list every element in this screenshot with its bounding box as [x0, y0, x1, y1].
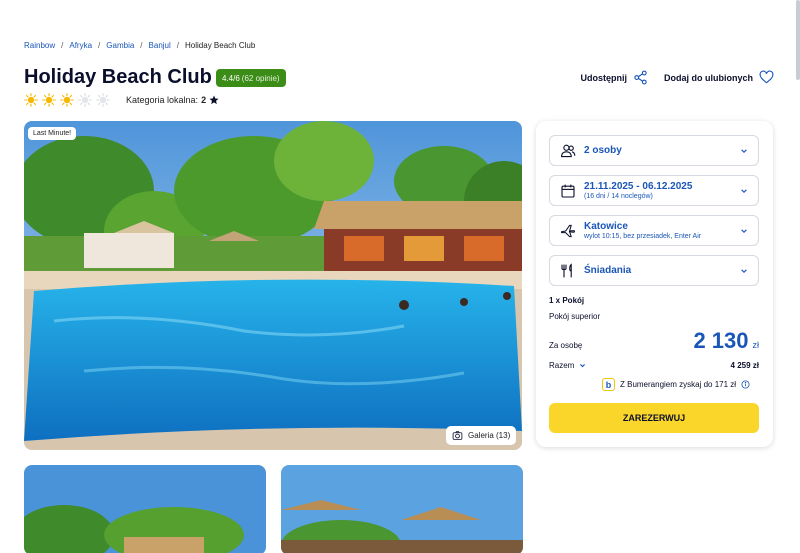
heart-icon [759, 70, 774, 84]
persons-value: 2 osoby [584, 145, 622, 156]
people-icon [561, 144, 576, 157]
favorite-button[interactable]: Dodaj do ulubionych [664, 70, 774, 85]
sun-empty-icon [78, 93, 92, 107]
price-value: 2 130 [693, 328, 749, 353]
book-button[interactable]: ZAREZERWUJ [549, 403, 759, 433]
breadcrumb-separator: / [176, 41, 180, 50]
chevron-down-icon [741, 268, 747, 273]
board-select[interactable]: Śniadania [549, 255, 759, 286]
price-currency: zł [752, 340, 760, 350]
thumbnail-photo[interactable] [281, 465, 523, 553]
local-category-label: Kategoria lokalna: [126, 95, 199, 105]
plane-icon [561, 224, 576, 237]
room-count: 1 x Pokój [549, 296, 585, 305]
share-button[interactable]: Udostępnij [581, 70, 649, 85]
pool-photo [24, 121, 522, 450]
rating-badge[interactable]: 4.4/6 (62 opinie) [216, 69, 286, 87]
breadcrumb-separator: / [61, 41, 64, 50]
favorite-label: Dodaj do ulubionych [664, 72, 753, 83]
camera-icon [452, 431, 463, 440]
thumbnail-image [281, 465, 523, 553]
breadcrumb-current: Holiday Beach Club [185, 41, 256, 50]
sun-icon [60, 93, 74, 107]
booking-panel: 2 osoby 21.11.2025 - 06.12.2025 (16 dni … [536, 121, 773, 447]
sun-icon [42, 93, 56, 107]
cutlery-icon [561, 262, 572, 277]
total-toggle[interactable]: Razem [549, 361, 586, 370]
review-count: (62 opinie) [241, 73, 280, 83]
per-person-label: Za osobę [549, 341, 583, 350]
persons-select[interactable]: 2 osoby [549, 135, 759, 166]
info-icon[interactable] [741, 380, 750, 389]
dates-value: 21.11.2025 - 06.12.2025 [584, 181, 693, 192]
local-category: Kategoria lokalna: 2 [126, 95, 219, 105]
breadcrumb-separator: / [98, 41, 101, 50]
calendar-icon [561, 184, 575, 198]
hero-photo[interactable] [24, 121, 522, 450]
departure-value: Katowice [584, 221, 628, 232]
chevron-down-icon [741, 228, 747, 233]
breadcrumb: Rainbow / Afryka / Gambia / Banjul / Hol… [24, 41, 255, 50]
share-label: Udostępnij [580, 72, 628, 83]
thumbnail-photo[interactable] [24, 465, 266, 553]
hotel-title: Holiday Beach Club [24, 66, 212, 88]
star-icon [209, 95, 219, 105]
breadcrumb-africa[interactable]: Afryka [69, 41, 92, 50]
share-icon [634, 70, 647, 85]
sun-empty-icon [96, 93, 110, 107]
chevron-down-icon [741, 188, 747, 193]
sun-icon [24, 93, 38, 107]
dates-duration: (16 dni / 14 noclegów) [584, 193, 653, 200]
price: 2 130 zł [693, 328, 759, 354]
breadcrumb-rainbow[interactable]: Rainbow [24, 41, 55, 50]
total-label: Razem [549, 361, 575, 370]
rating-value: 4.4/6 [222, 73, 240, 83]
departure-select[interactable]: Katowice wylot 10:15, bez przesiadek, En… [549, 215, 759, 246]
breadcrumb-separator: / [140, 41, 143, 50]
boomerang-logo-icon: b [602, 378, 615, 391]
gallery-label: Galeria (13) [468, 431, 511, 440]
header-actions: Udostępnij Dodaj do ulubionych [581, 70, 775, 85]
breadcrumb-gambia[interactable]: Gambia [106, 41, 134, 50]
departure-details: wylot 10:15, bez przesiadek, Enter Air [584, 233, 702, 240]
boomerang-text: Z Bumerangiem zyskaj do 171 zł [620, 380, 737, 389]
dates-select[interactable]: 21.11.2025 - 06.12.2025 (16 dni / 14 noc… [549, 175, 759, 206]
local-category-value: 2 [201, 95, 207, 105]
chevron-down-icon [741, 148, 747, 153]
scrollbar[interactable] [796, 0, 800, 80]
last-minute-badge: Last Minute! [28, 127, 77, 140]
gallery-button[interactable]: Galeria (13) [446, 426, 517, 445]
chevron-down-icon [580, 364, 586, 368]
board-value: Śniadania [584, 265, 632, 276]
sun-rating [24, 93, 110, 107]
thumbnail-image [24, 465, 266, 553]
room-type: Pokój superior [549, 312, 601, 321]
breadcrumb-banjul[interactable]: Banjul [149, 41, 171, 50]
total-value: 4 259 zł [730, 361, 759, 370]
boomerang-info: b Z Bumerangiem zyskaj do 171 zł [602, 378, 750, 391]
